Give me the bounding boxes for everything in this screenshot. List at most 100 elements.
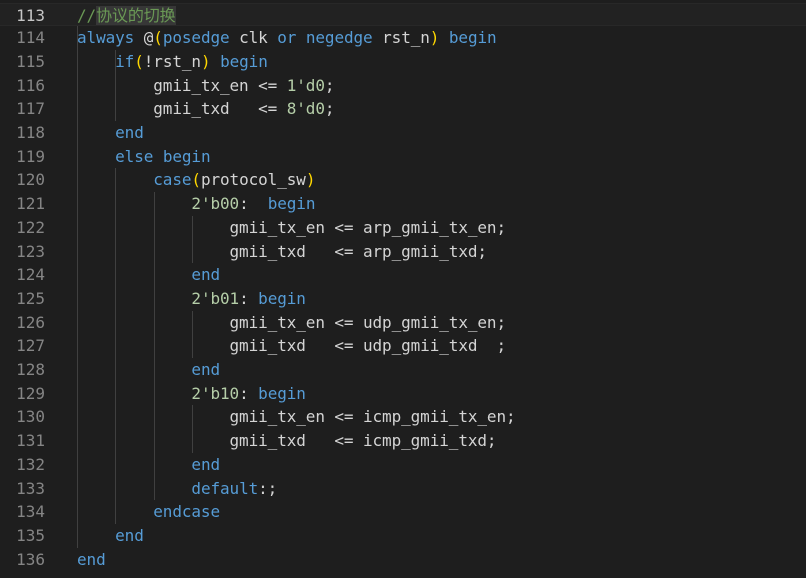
code-text[interactable]: case(protocol_sw): [77, 168, 315, 192]
line-number: 133: [16, 478, 45, 498]
code-line[interactable]: 115 if(!rst_n) begin: [0, 50, 806, 74]
code-token: end: [115, 123, 144, 142]
code-text[interactable]: 2'b00: begin: [77, 192, 315, 216]
code-line[interactable]: 130 gmii_tx_en <= icmp_gmii_tx_en;: [0, 405, 806, 429]
code-token: end: [77, 549, 106, 569]
line-number: 117: [16, 99, 45, 119]
code-token: else: [115, 146, 154, 166]
code-token: begin: [267, 194, 316, 214]
line-number: 136: [16, 549, 45, 569]
code-token: posedge: [162, 28, 230, 48]
code-text[interactable]: gmii_tx_en <= udp_gmii_tx_en;: [77, 311, 507, 335]
code-line[interactable]: 114 always @(posedge clk or negedge rst_n…: [0, 26, 806, 50]
code-editor[interactable]: 113//协议的切换 114 always @(posedge clk or neg…: [0, 0, 806, 578]
code-token: ;: [324, 75, 335, 95]
code-token: protocol_sw: [200, 170, 306, 190]
code-text[interactable]: 2'b01: begin: [77, 287, 306, 311]
code-line[interactable]: 127 gmii_txd <= udp_gmii_txd ;: [0, 334, 806, 358]
line-number: 131: [16, 431, 45, 451]
code-token: gmii_txd <= icmp_gmii_txd;: [77, 431, 497, 451]
code-line[interactable]: 126 gmii_tx_en <= udp_gmii_tx_en;: [0, 311, 806, 335]
code-token: or: [277, 28, 297, 48]
code-text[interactable]: always @(posedge clk or negedge rst_n) b…: [77, 26, 497, 50]
code-token: gmii_txd <= arp_gmii_txd;: [77, 241, 488, 261]
code-token: begin: [162, 146, 211, 166]
code-text[interactable]: end: [77, 358, 220, 382]
code-token: (: [153, 28, 163, 48]
line-number: 114: [16, 28, 45, 48]
code-text[interactable]: gmii_txd <= udp_gmii_txd ;: [77, 334, 507, 358]
code-text[interactable]: else begin: [77, 145, 211, 169]
code-token: //: [77, 5, 97, 25]
line-number: 124: [16, 265, 45, 285]
code-text[interactable]: gmii_txd <= arp_gmii_txd;: [77, 240, 488, 264]
code-text[interactable]: gmii_tx_en <= icmp_gmii_tx_en;: [77, 405, 516, 429]
code-text[interactable]: end: [77, 263, 220, 287]
code-text[interactable]: gmii_tx_en <= arp_gmii_tx_en;: [77, 216, 507, 240]
code-text[interactable]: gmii_tx_en <= 1'd0;: [77, 74, 334, 98]
code-line[interactable]: 136 end: [0, 548, 806, 572]
line-number: 115: [16, 51, 45, 71]
code-token: ): [429, 28, 440, 48]
code-text[interactable]: gmii_txd <= 8'd0;: [77, 97, 334, 121]
code-line[interactable]: 133 default:;: [0, 477, 806, 501]
code-text[interactable]: default:;: [77, 477, 277, 501]
line-number: 118: [16, 123, 45, 142]
code-text[interactable]: gmii_txd <= icmp_gmii_txd;: [77, 429, 497, 453]
code-line[interactable]: 121 2'b00: begin: [0, 192, 806, 216]
code-token: end: [191, 454, 221, 474]
code-line[interactable]: 122 gmii_tx_en <= arp_gmii_tx_en;: [0, 216, 806, 240]
code-token: (: [191, 170, 201, 190]
code-token: :: [239, 288, 259, 308]
code-line[interactable]: 124 end: [0, 263, 806, 287]
code-text[interactable]: end: [77, 121, 144, 145]
code-token: end: [191, 360, 221, 379]
code-line[interactable]: 134 endcase: [0, 500, 806, 524]
code-token: 1'd0: [286, 75, 325, 95]
code-text[interactable]: if(!rst_n) begin: [77, 50, 268, 74]
code-token: ): [305, 170, 316, 190]
code-token: :;: [258, 478, 278, 498]
code-token: default: [191, 478, 259, 498]
code-line[interactable]: 118 end: [0, 121, 806, 145]
code-token: rst_n: [372, 28, 430, 48]
code-text[interactable]: endcase: [77, 500, 220, 524]
code-token: ;: [324, 99, 335, 119]
code-line[interactable]: 119 else begin: [0, 145, 806, 169]
code-line[interactable]: 128 end: [0, 358, 806, 382]
code-line[interactable]: 123 gmii_txd <= arp_gmii_txd;: [0, 240, 806, 264]
code-line[interactable]: 131 gmii_txd <= icmp_gmii_txd;: [0, 429, 806, 453]
line-number: 134: [16, 502, 45, 522]
code-text[interactable]: end: [77, 548, 106, 572]
code-token: (: [134, 51, 144, 71]
code-line[interactable]: 132 end: [0, 453, 806, 477]
code-line[interactable]: 116 gmii_tx_en <= 1'd0;: [0, 74, 806, 98]
code-line[interactable]: 120 case(protocol_sw): [0, 168, 806, 192]
code-text[interactable]: 2'b10: begin: [77, 382, 306, 406]
code-token: :: [239, 383, 259, 403]
code-line[interactable]: 113 //协议的切换: [0, 2, 806, 28]
line-number: 127: [16, 336, 45, 356]
code-line[interactable]: 135 end: [0, 524, 806, 548]
code-line[interactable]: 125 2'b01: begin: [0, 287, 806, 311]
code-line[interactable]: 129 2'b10: begin: [0, 382, 806, 406]
code-text[interactable]: end: [77, 453, 220, 477]
code-text[interactable]: //协议的切换: [77, 4, 176, 28]
code-line[interactable]: 117 gmii_txd <= 8'd0;: [0, 97, 806, 121]
code-token: !rst_n: [143, 51, 201, 71]
code-token: if: [115, 51, 135, 71]
code-token: gmii_tx_en <=: [77, 75, 287, 95]
code-token: clk: [229, 28, 278, 48]
code-text[interactable]: end: [77, 524, 144, 548]
